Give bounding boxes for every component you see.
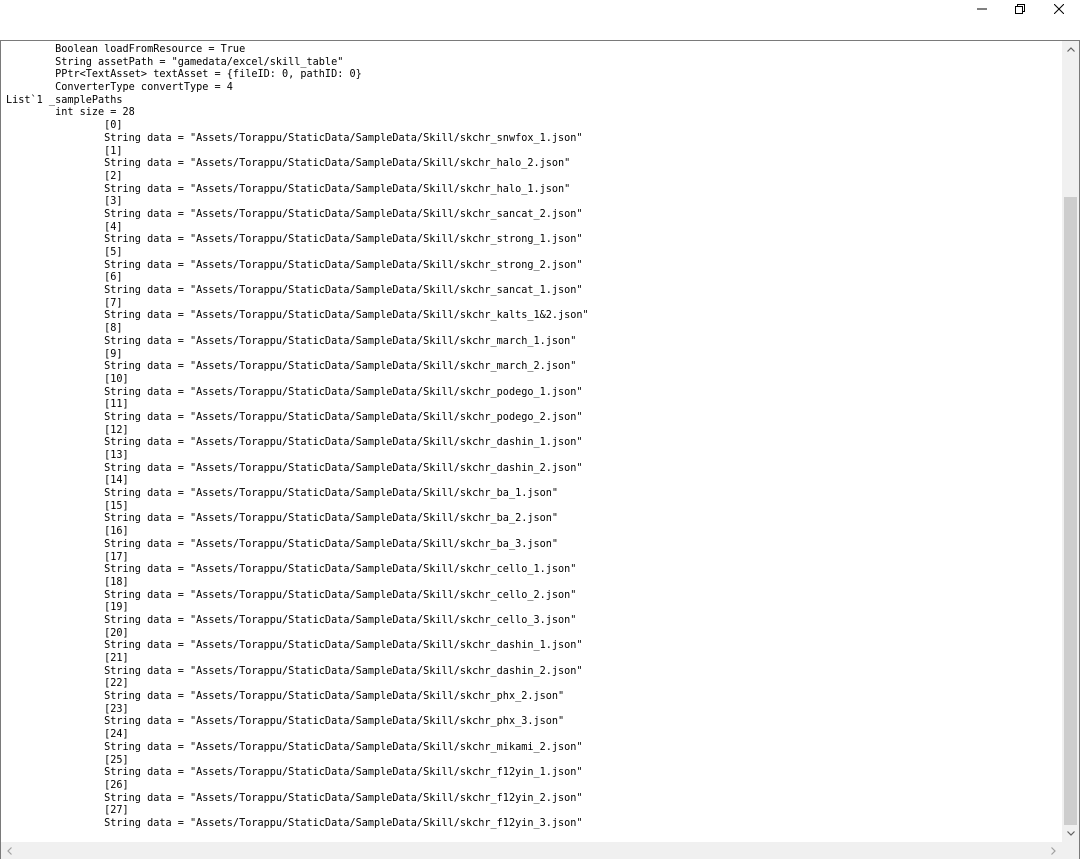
text-line: [14] <box>6 475 129 487</box>
text-content[interactable]: Boolean loadFromResource = True String a… <box>6 44 1058 842</box>
text-line: String data = "Assets/Torappu/StaticData… <box>6 411 583 423</box>
text-line: [18] <box>6 576 129 588</box>
text-line: String assetPath = "gamedata/excel/skill… <box>6 56 344 68</box>
text-line: List`1 _samplePaths <box>6 94 123 106</box>
text-line: [11] <box>6 399 129 411</box>
text-line: [10] <box>6 373 129 385</box>
vertical-scrollbar[interactable] <box>1062 41 1079 842</box>
text-line: [0] <box>6 120 123 132</box>
text-line: [9] <box>6 348 123 360</box>
text-viewer-window: Boolean loadFromResource = True String a… <box>0 0 1080 859</box>
text-line: [22] <box>6 678 129 690</box>
text-line: [16] <box>6 526 129 538</box>
text-line: String data = "Assets/Torappu/StaticData… <box>6 767 583 779</box>
text-line: String data = "Assets/Torappu/StaticData… <box>6 132 583 144</box>
text-line: [20] <box>6 627 129 639</box>
text-line: [15] <box>6 500 129 512</box>
text-line: Boolean loadFromResource = True <box>6 44 246 55</box>
text-line: String data = "Assets/Torappu/StaticData… <box>6 716 565 728</box>
horizontal-scrollbar[interactable] <box>1 842 1062 859</box>
text-line: [24] <box>6 729 129 741</box>
text-line: [8] <box>6 323 123 335</box>
text-line: String data = "Assets/Torappu/StaticData… <box>6 285 583 297</box>
text-line: [7] <box>6 297 123 309</box>
text-line: String data = "Assets/Torappu/StaticData… <box>6 310 589 322</box>
text-line: String data = "Assets/Torappu/StaticData… <box>6 259 583 271</box>
text-line: [13] <box>6 450 129 461</box>
title-bar <box>0 0 1080 38</box>
text-line: [6] <box>6 272 123 284</box>
text-line: [26] <box>6 779 129 791</box>
chevron-right-icon <box>1051 846 1056 855</box>
text-line: String data = "Assets/Torappu/StaticData… <box>6 589 577 601</box>
text-line: [27] <box>6 805 129 817</box>
close-button[interactable] <box>1040 0 1078 18</box>
scroll-down-button[interactable] <box>1062 825 1079 842</box>
text-line: String data = "Assets/Torappu/StaticData… <box>6 691 565 703</box>
text-line: String data = "Assets/Torappu/StaticData… <box>6 564 577 576</box>
text-line: [25] <box>6 754 129 766</box>
text-line: [5] <box>6 247 123 258</box>
text-line: String data = "Assets/Torappu/StaticData… <box>6 817 583 829</box>
scroll-left-button[interactable] <box>1 842 18 859</box>
text-line: ConverterType convertType = 4 <box>6 82 233 94</box>
text-line: int size = 28 <box>6 107 135 119</box>
chevron-left-icon <box>7 846 12 855</box>
text-line: String data = "Assets/Torappu/StaticData… <box>6 158 571 170</box>
minimize-icon <box>977 8 987 10</box>
minimize-button[interactable] <box>963 0 1001 18</box>
text-line: String data = "Assets/Torappu/StaticData… <box>6 640 583 652</box>
text-line: String data = "Assets/Torappu/StaticData… <box>6 488 559 500</box>
text-line: String data = "Assets/Torappu/StaticData… <box>6 741 583 753</box>
text-line: String data = "Assets/Torappu/StaticData… <box>6 792 583 804</box>
text-line: String data = "Assets/Torappu/StaticData… <box>6 538 559 550</box>
text-line: String data = "Assets/Torappu/StaticData… <box>6 386 583 398</box>
scroll-up-button[interactable] <box>1062 41 1079 58</box>
text-line: [21] <box>6 653 129 664</box>
text-line: String data = "Assets/Torappu/StaticData… <box>6 665 583 677</box>
text-line: String data = "Assets/Torappu/StaticData… <box>6 513 559 525</box>
close-icon <box>1054 4 1064 14</box>
text-line: [2] <box>6 170 123 182</box>
text-line: String data = "Assets/Torappu/StaticData… <box>6 437 583 449</box>
text-line: String data = "Assets/Torappu/StaticData… <box>6 208 583 220</box>
text-area[interactable]: Boolean loadFromResource = True String a… <box>0 40 1080 859</box>
text-line: [1] <box>6 145 123 157</box>
text-line: [3] <box>6 196 123 208</box>
scrollbar-corner <box>1062 842 1079 859</box>
restore-icon <box>1015 4 1025 14</box>
text-line: [19] <box>6 602 129 614</box>
vertical-scroll-thumb[interactable] <box>1064 197 1077 825</box>
text-line: [17] <box>6 551 129 563</box>
text-line: String data = "Assets/Torappu/StaticData… <box>6 234 583 246</box>
text-line: String data = "Assets/Torappu/StaticData… <box>6 183 571 195</box>
chevron-up-icon <box>1066 47 1075 52</box>
chevron-down-icon <box>1066 831 1075 836</box>
text-line: String data = "Assets/Torappu/StaticData… <box>6 462 583 474</box>
text-line: String data = "Assets/Torappu/StaticData… <box>6 614 577 626</box>
text-line: [4] <box>6 221 123 233</box>
text-line: PPtr<TextAsset> textAsset = {fileID: 0, … <box>6 69 362 81</box>
text-line: String data = "Assets/Torappu/StaticData… <box>6 335 577 347</box>
text-line: String data = "Assets/Torappu/StaticData… <box>6 361 577 373</box>
text-line: [12] <box>6 424 129 436</box>
restore-button[interactable] <box>1001 0 1039 18</box>
text-line: [23] <box>6 703 129 715</box>
scroll-right-button[interactable] <box>1045 842 1062 859</box>
